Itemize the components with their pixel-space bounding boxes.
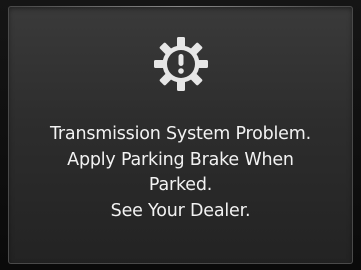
warning-message-line-4: See Your Dealer. (110, 200, 251, 221)
warning-message-line-2: Apply Parking Brake When (67, 149, 294, 170)
transmission-warning-icon (153, 36, 209, 92)
warning-message-line-3: Parked. (148, 175, 213, 195)
display-bezel: Transmission System Problem. Apply Parki… (0, 0, 361, 270)
gear-exclamation-icon (154, 37, 208, 91)
instrument-cluster-screen: Transmission System Problem. Apply Parki… (8, 6, 353, 264)
warning-message-line-1: Transmission System Problem. (50, 124, 311, 144)
warning-message: Transmission System Problem. Apply Parki… (8, 122, 353, 224)
